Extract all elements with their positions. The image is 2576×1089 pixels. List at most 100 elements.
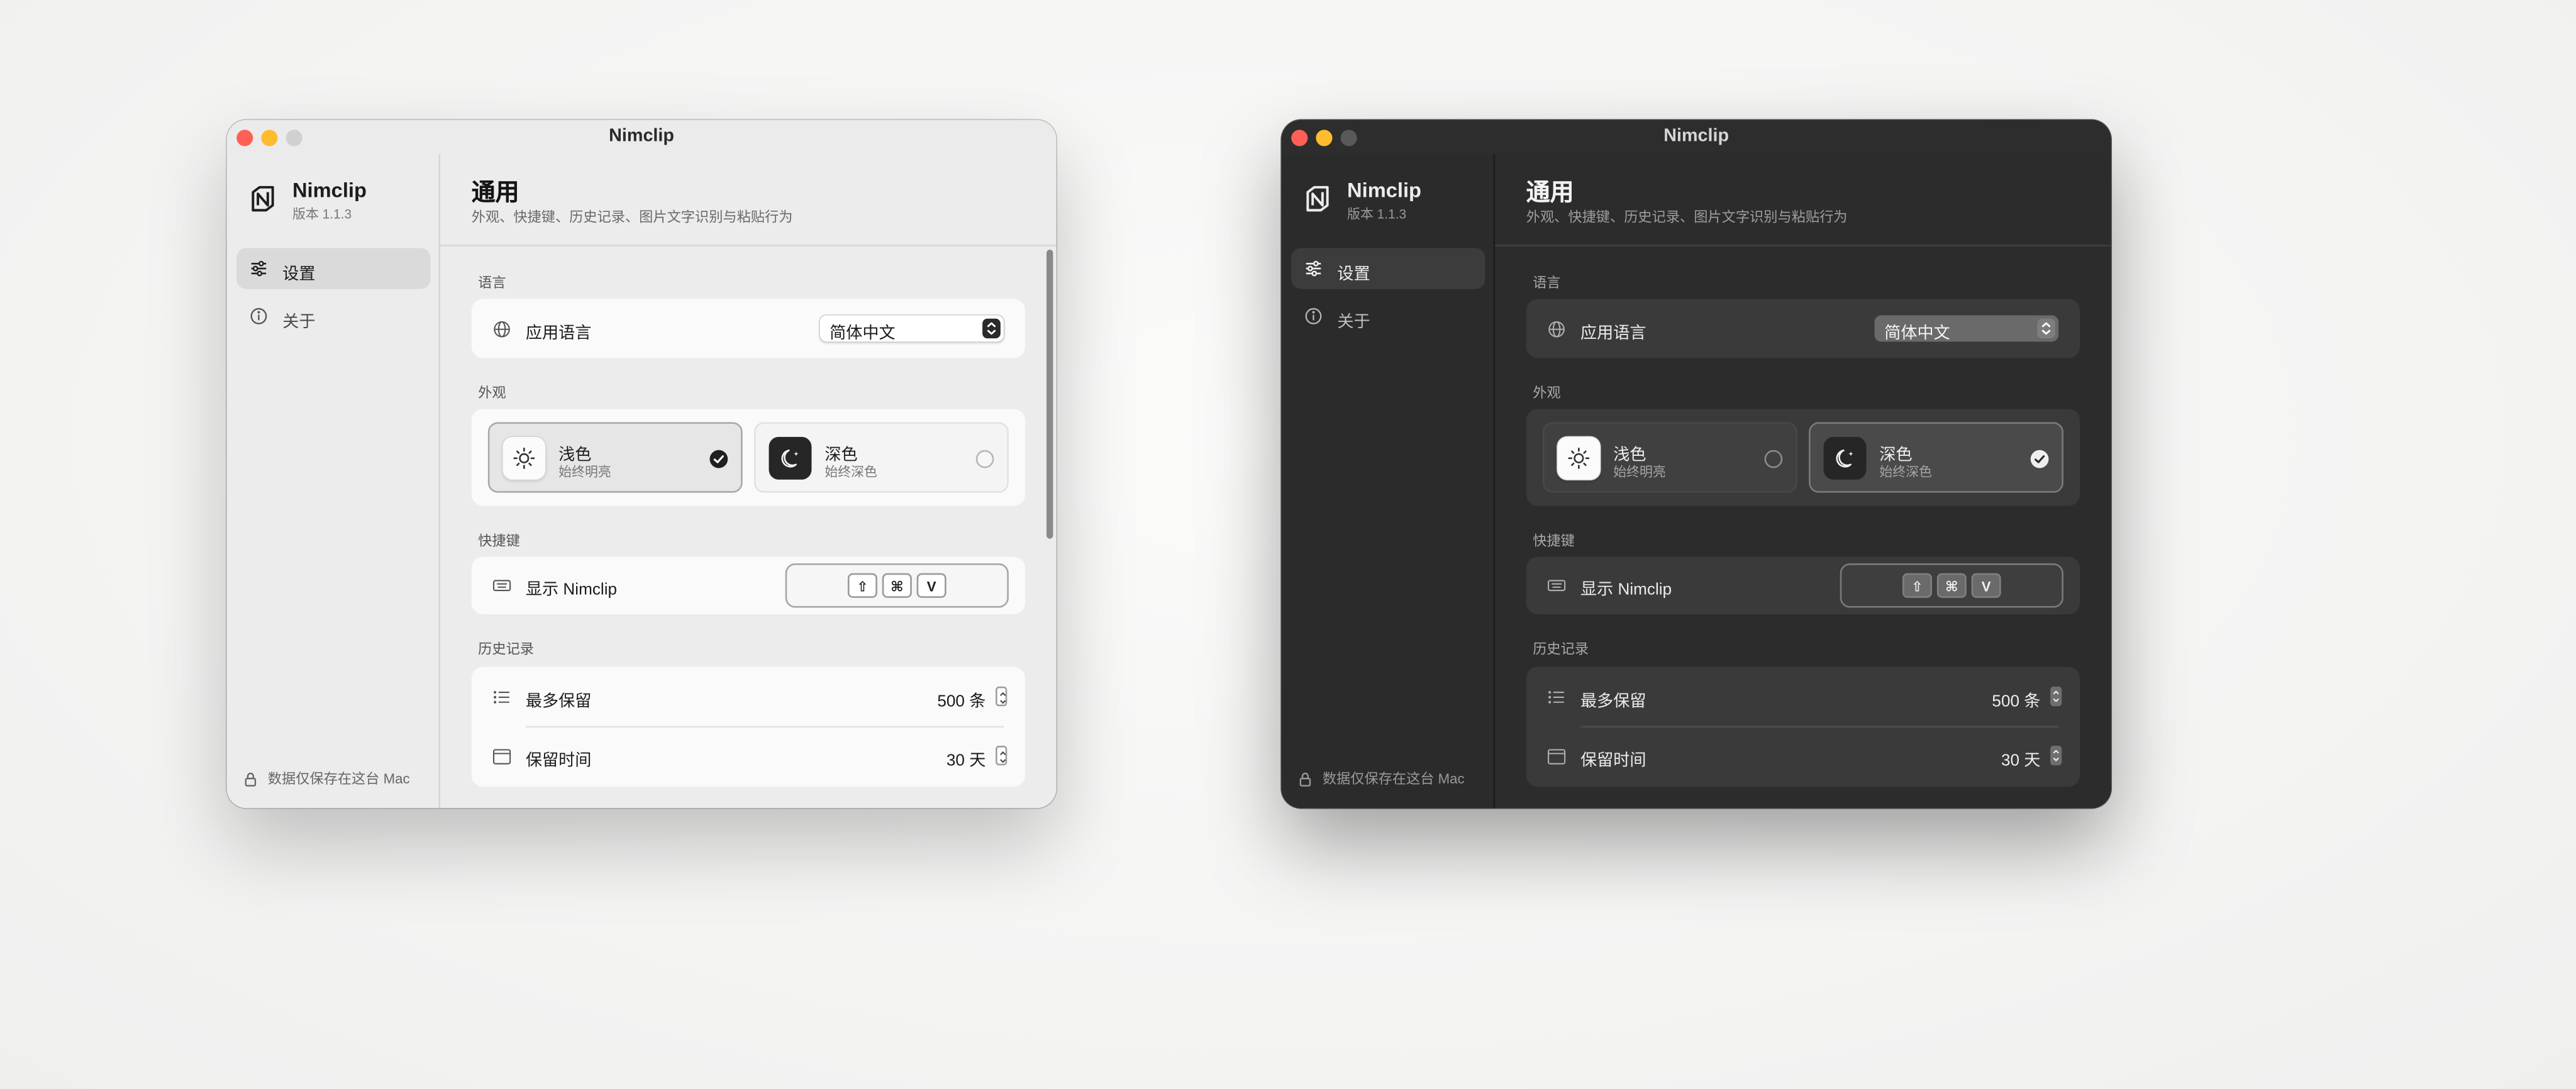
shift-key: ⇧ [1902, 573, 1933, 598]
radio-button[interactable] [1764, 450, 1783, 468]
sidebar: Nimclip 版本 1.1.3 设置 关于 数据仅保存在这台 Mac [226, 154, 441, 809]
moon-icon [1823, 436, 1867, 480]
section-label-shortcut: 快捷键 [478, 532, 520, 549]
checkmark-icon[interactable] [709, 450, 728, 468]
max-keep-value: 500 条 [1992, 693, 2041, 712]
page-title: 通用 [471, 180, 519, 207]
nimclip-logo-icon [1303, 184, 1333, 214]
sun-icon [502, 436, 546, 480]
lock-icon [245, 771, 257, 786]
shift-key: ⇧ [847, 573, 877, 598]
main-content: 通用 外观、快捷键、历史记录、图片文字识别与粘贴行为 语言 应用语言 简体中文 [440, 155, 1057, 809]
section-label-shortcut: 快捷键 [1533, 532, 1575, 549]
max-keep-stepper[interactable] [996, 686, 1008, 707]
footer-text: 数据仅保存在这台 Mac [267, 770, 410, 787]
globe-icon [493, 320, 511, 338]
app-version: 版本 1.1.3 [1347, 207, 1407, 222]
info-icon [1304, 307, 1323, 325]
max-keep-label: 最多保留 [1580, 693, 1646, 712]
keyboard-icon [492, 577, 511, 595]
appearance-card: 浅色 始终明亮 深色 始终深色 [471, 409, 1026, 506]
main-content: 通用 外观、快捷键、历史记录、图片文字识别与粘贴行为 语言 应用语言 简体中文 [1495, 155, 2111, 809]
list-icon [1548, 688, 1566, 707]
v-key: V [916, 573, 947, 598]
max-keep-label: 最多保留 [525, 693, 592, 712]
page-subtitle: 外观、快捷键、历史记录、图片文字识别与粘贴行为 [1526, 208, 1848, 225]
keep-time-stepper[interactable] [2050, 745, 2062, 766]
lock-icon [1299, 771, 1311, 786]
sliders-icon [250, 260, 268, 278]
theme-option-light[interactable]: 浅色 始终明亮 [1542, 422, 1797, 493]
page-header: 通用 外观、快捷键、历史记录、图片文字识别与粘贴行为 [440, 155, 1057, 246]
theme-option-light[interactable]: 浅色 始终明亮 [487, 422, 743, 493]
list-icon [493, 688, 511, 707]
theme-desc: 始终明亮 [558, 465, 611, 480]
divider [525, 726, 1004, 728]
page-title: 通用 [1526, 180, 1574, 207]
nimclip-logo-icon [248, 184, 277, 214]
globe-icon [1548, 320, 1566, 338]
window-title: Nimclip [1663, 126, 1729, 146]
sidebar-item-about[interactable]: 关于 [1291, 296, 1485, 336]
language-card: 应用语言 简体中文 [471, 299, 1026, 358]
keep-time-value: 30 天 [2001, 752, 2041, 771]
theme-desc: 始终深色 [1879, 465, 1933, 480]
language-select[interactable]: 简体中文 [1874, 315, 2059, 343]
shortcut-card: 显示 Nimclip ⇧ ⌘ V [1526, 556, 2080, 614]
app-name: Nimclip [292, 179, 367, 202]
shortcut-card: 显示 Nimclip ⇧ ⌘ V [471, 556, 1026, 614]
section-label-history: 历史记录 [478, 640, 535, 657]
section-label-language: 语言 [478, 274, 506, 291]
page-subtitle: 外观、快捷键、历史记录、图片文字识别与粘贴行为 [471, 208, 793, 225]
scrollbar[interactable] [1046, 250, 1053, 539]
window-title: Nimclip [609, 126, 674, 146]
footer-text: 数据仅保存在这台 Mac [1322, 770, 1465, 787]
sliders-icon [1304, 260, 1323, 278]
page-header: 通用 外观、快捷键、历史记录、图片文字识别与粘贴行为 [1495, 155, 2111, 246]
light-window: Nimclip Nimclip 版本 1.1.3 设置 关于 数据仅保存在这台 … [226, 119, 1057, 809]
moon-icon [769, 436, 812, 480]
stage: Nimclip Nimclip 版本 1.1.3 设置 关于 数据仅保存在这台 … [0, 0, 2576, 1089]
app-language-label: 应用语言 [525, 325, 592, 343]
theme-option-dark[interactable]: 深色 始终深色 [754, 422, 1009, 493]
keep-time-label: 保留时间 [1580, 752, 1646, 771]
history-card: 最多保留 500 条 保留时间 30 天 [1526, 666, 2080, 787]
show-shortcut-label: 显示 Nimclip [1580, 581, 1672, 600]
sidebar-item-label: 设置 [282, 266, 316, 284]
language-select-value: 简体中文 [830, 325, 896, 343]
section-label-history: 历史记录 [1533, 640, 1589, 657]
sidebar-item-settings[interactable]: 设置 [236, 248, 431, 289]
keep-time-label: 保留时间 [525, 752, 592, 771]
section-label-language: 语言 [1533, 274, 1561, 291]
keyboard-icon [1547, 577, 1566, 595]
shortcut-recorder[interactable]: ⇧ ⌘ V [1840, 563, 2063, 608]
theme-desc: 始终明亮 [1613, 465, 1666, 480]
checkmark-icon[interactable] [2030, 450, 2049, 468]
keep-time-stepper[interactable] [996, 745, 1008, 766]
language-select[interactable]: 简体中文 [819, 315, 1004, 343]
sidebar-item-label: 关于 [1337, 313, 1370, 332]
sidebar: Nimclip 版本 1.1.3 设置 关于 数据仅保存在这台 Mac [1281, 154, 1496, 809]
radio-button[interactable] [975, 450, 994, 468]
max-keep-stepper[interactable] [2050, 686, 2062, 707]
theme-option-dark[interactable]: 深色 始终深色 [1809, 422, 2063, 493]
title-bar[interactable]: Nimclip [1281, 119, 2111, 155]
show-shortcut-label: 显示 Nimclip [525, 581, 618, 600]
sidebar-item-label: 设置 [1337, 266, 1370, 284]
sidebar-footer: 数据仅保存在这台 Mac [245, 769, 410, 788]
title-bar[interactable]: Nimclip [226, 119, 1057, 155]
language-select-value: 简体中文 [1884, 325, 1950, 343]
appearance-card: 浅色 始终明亮 深色 始终深色 [1526, 409, 2080, 506]
sidebar-item-about[interactable]: 关于 [236, 296, 430, 336]
section-label-appearance: 外观 [478, 384, 506, 401]
sidebar-item-settings[interactable]: 设置 [1291, 248, 1485, 289]
section-label-appearance: 外观 [1533, 384, 1561, 401]
sidebar-item-label: 关于 [282, 313, 316, 332]
updown-chevron-icon [2037, 318, 2055, 339]
max-keep-value: 500 条 [937, 693, 986, 712]
shortcut-recorder[interactable]: ⇧ ⌘ V [785, 563, 1009, 608]
updown-chevron-icon [982, 318, 1001, 339]
app-language-label: 应用语言 [1580, 325, 1646, 343]
theme-name: 深色 [824, 446, 858, 465]
sidebar-footer: 数据仅保存在这台 Mac [1299, 769, 1465, 788]
